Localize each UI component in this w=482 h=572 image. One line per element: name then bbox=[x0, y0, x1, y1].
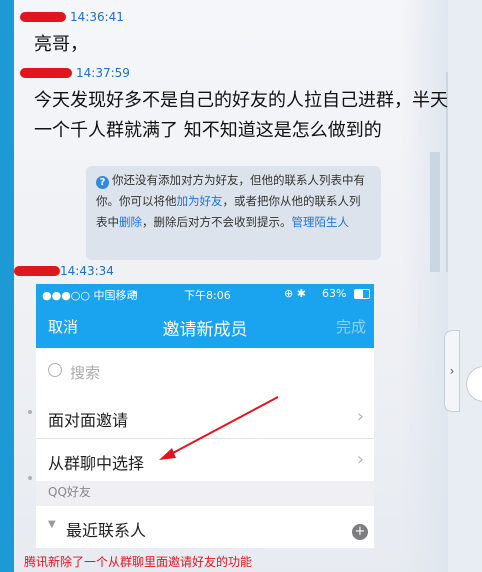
divider-dot bbox=[28, 476, 32, 480]
stranger-notice: ? 你还没有添加对方为好友，但他的联系人列表中有你。你可以将他加为好友，或者把你从… bbox=[86, 166, 381, 260]
info-icon: ? bbox=[96, 176, 109, 189]
message-header: 14:37:59 bbox=[20, 64, 130, 80]
message-time: 14:37:59 bbox=[76, 65, 130, 80]
left-accent-strip bbox=[0, 0, 14, 572]
add-friend-link[interactable]: 加为好友 bbox=[177, 194, 223, 208]
sender-name-redacted[interactable] bbox=[14, 265, 60, 276]
zoom-icon[interactable]: + bbox=[352, 524, 368, 540]
manage-strangers-link[interactable]: 管理陌生人 bbox=[292, 215, 350, 229]
annotation-caption: 腾讯新除了一个从群聊里面邀请好友的功能 bbox=[24, 555, 253, 569]
delete-link[interactable]: 删除 bbox=[119, 215, 142, 229]
message-header: 14:43:34 bbox=[14, 262, 114, 278]
message-time: 14:36:41 bbox=[70, 9, 124, 24]
message-header: 14:36:41 bbox=[20, 8, 124, 24]
message-text: 今天发现好多不是自己的好友的人拉自己进群，半天一个千人群就满了 知不知道这是怎么… bbox=[34, 90, 448, 141]
sender-name-redacted[interactable] bbox=[20, 11, 66, 22]
sender-name-redacted[interactable] bbox=[20, 67, 72, 78]
message-time: 14:43:34 bbox=[60, 263, 114, 278]
divider-dot bbox=[28, 410, 32, 414]
annotation-arrow bbox=[159, 396, 279, 460]
shared-screenshot-image[interactable]: ●●●○○ 中国移动 ≋ 下午8:06 ⊕ ✱ 63% 取消 邀请新成员 完成 … bbox=[36, 284, 374, 548]
collapse-panel-button[interactable]: › bbox=[444, 330, 460, 412]
message-text: 亮哥， bbox=[34, 34, 88, 55]
chevron-right-icon: › bbox=[449, 364, 455, 378]
